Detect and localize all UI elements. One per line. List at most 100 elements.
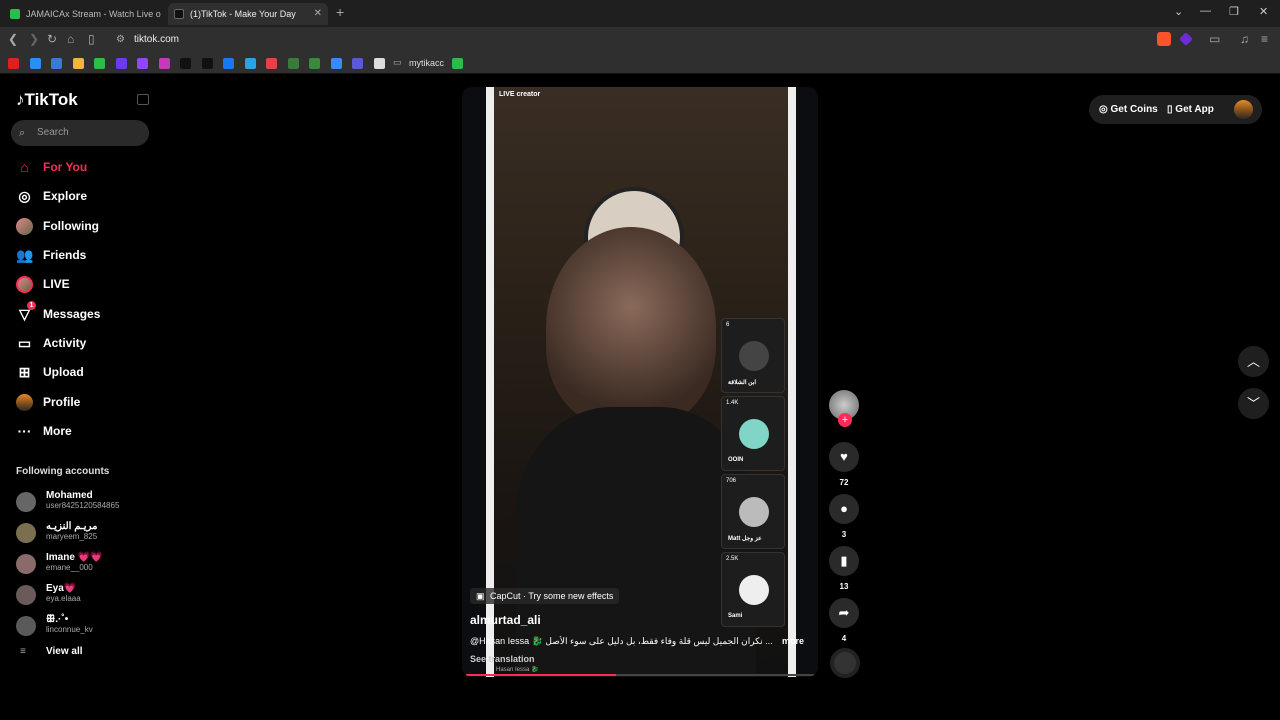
bookmark-favicon-icon[interactable] xyxy=(8,58,19,69)
bookmark-favicon-icon[interactable] xyxy=(452,58,463,69)
close-tab-icon[interactable]: ✕ xyxy=(314,3,322,25)
nav-upload[interactable]: ⊞ Upload xyxy=(16,361,146,383)
chevron-down-icon: ﹀ xyxy=(1246,396,1260,411)
nav-explore[interactable]: ◎ Explore xyxy=(16,185,146,207)
bookmark-favicon-icon[interactable] xyxy=(309,58,320,69)
bookmark-favicon-icon[interactable] xyxy=(94,58,105,69)
video-player[interactable]: LIVE creator 6 ابن الشلاقة 1.4K OOIN 706… xyxy=(462,87,818,677)
view-all-button[interactable]: ≡ View all xyxy=(16,646,83,657)
video-author[interactable]: almurtad_ali xyxy=(470,613,541,627)
bookmark-favicon-icon[interactable] xyxy=(266,58,277,69)
nav-activity[interactable]: ▭ Activity xyxy=(16,332,146,354)
share-button[interactable]: ➦ 4 xyxy=(828,598,860,643)
bookmark-folder-mytikacc[interactable]: ▭ mytikacc xyxy=(393,57,444,68)
tab-tiktok[interactable]: (1)TikTok - Make Your Day ✕ xyxy=(168,3,328,25)
live-icon xyxy=(16,276,33,293)
new-tab-icon[interactable]: + xyxy=(336,4,344,20)
music-label[interactable]: Hasan Iessa 🐉 xyxy=(496,666,539,673)
bookmark-favicon-icon[interactable] xyxy=(115,58,127,69)
brave-shields-icon[interactable] xyxy=(1157,32,1171,46)
tab-jamaicax[interactable]: JAMAICAx Stream - Watch Live o xyxy=(4,3,162,25)
collapse-sidebar-icon[interactable] xyxy=(137,94,149,105)
sidebar-toggle-icon[interactable]: ▭ xyxy=(1209,32,1220,46)
bookmark-favicon-icon[interactable] xyxy=(223,58,234,69)
following-account[interactable]: Mohamed user8425120584865 xyxy=(16,487,146,517)
friends-icon: 👥 xyxy=(16,247,34,263)
bookmark-favicon-icon[interactable] xyxy=(29,58,41,69)
following-account[interactable]: Imane 💗💗 emane__000 xyxy=(16,549,146,579)
bookmark-favicon-icon[interactable] xyxy=(158,58,170,69)
music-disc-icon[interactable] xyxy=(830,648,860,678)
maximize-icon[interactable]: ❐ xyxy=(1229,5,1239,18)
nav-messages[interactable]: ▽ 1 Messages xyxy=(16,301,146,325)
save-button[interactable]: ▮ 13 xyxy=(828,546,860,591)
live-guest[interactable]: 1.4K OOIN xyxy=(721,396,785,471)
bookmark-icon[interactable]: ▯ xyxy=(88,32,95,46)
guest-name: ابن الشلاقة xyxy=(728,380,757,386)
logo-text: TikTok xyxy=(24,90,78,109)
brave-rewards-icon[interactable] xyxy=(1179,32,1193,46)
media-icon[interactable]: ♫ xyxy=(1240,32,1249,46)
menu-icon[interactable]: ≡ xyxy=(1261,32,1268,46)
reload-icon[interactable]: ↻ xyxy=(47,32,57,46)
avatar xyxy=(16,492,36,512)
back-icon[interactable]: ❮ xyxy=(8,32,18,46)
live-guest[interactable]: 2.5K Sami xyxy=(721,552,785,627)
guest-avatar xyxy=(739,419,769,449)
forward-icon[interactable]: ❯ xyxy=(29,32,39,46)
get-coins-button[interactable]: ◎ Get Coins xyxy=(1099,95,1158,124)
previous-video-button[interactable]: ︿ xyxy=(1238,346,1269,377)
following-account[interactable]: مريـم النزيـه maryeem_825 xyxy=(16,518,146,548)
bookmark-favicon-icon[interactable] xyxy=(180,58,191,69)
bookmark-favicon-icon[interactable] xyxy=(51,58,62,69)
bookmark-favicon-icon[interactable] xyxy=(72,58,84,69)
minimize-icon[interactable]: — xyxy=(1200,5,1211,17)
see-translation-link[interactable]: See translation xyxy=(470,654,535,664)
account-username: maryeem_825 xyxy=(46,532,98,541)
get-app-label: Get App xyxy=(1175,104,1214,115)
bookmark-favicon-icon[interactable] xyxy=(287,58,299,69)
comment-button[interactable]: ● 3 xyxy=(828,494,860,539)
nav-friends[interactable]: 👥 Friends xyxy=(16,244,146,266)
more-link[interactable]: more xyxy=(782,636,804,646)
tiktok-favicon-icon xyxy=(174,9,184,19)
bookmark-favicon-icon[interactable] xyxy=(137,58,148,69)
url-field[interactable]: ⚙ tiktok.com xyxy=(112,31,1152,49)
bookmark-favicon-icon[interactable] xyxy=(244,58,256,69)
nav-following[interactable]: Following xyxy=(16,215,146,237)
bookmark-favicon-icon[interactable] xyxy=(330,58,342,69)
nav-label: Upload xyxy=(43,365,84,379)
following-accounts-header: Following accounts xyxy=(16,466,110,477)
tiktok-logo[interactable]: ♪TikTok xyxy=(16,90,78,110)
following-account[interactable]: Eya💗 eya.elaaa xyxy=(16,580,146,610)
nav-live[interactable]: LIVE xyxy=(16,273,146,295)
url-text: tiktok.com xyxy=(134,34,180,45)
account-name: Imane 💗💗 xyxy=(46,552,103,563)
profile-avatar[interactable] xyxy=(1234,100,1253,119)
like-button[interactable]: ♥ 72 xyxy=(828,442,860,487)
tab-search-chevron-icon[interactable]: ⌄ xyxy=(1174,5,1183,18)
nav-more[interactable]: ··· More xyxy=(16,420,146,442)
capcut-effects-link[interactable]: ▣ CapCut · Try some new effects xyxy=(470,588,620,604)
nav-profile[interactable]: Profile xyxy=(16,391,146,413)
bookmark-favicon-icon[interactable] xyxy=(352,58,363,69)
bookmark-favicon-icon[interactable] xyxy=(373,58,385,69)
account-name: مريـم النزيـه xyxy=(46,521,98,532)
live-guest[interactable]: 6 ابن الشلاقة xyxy=(721,318,785,393)
site-info-icon[interactable]: ⚙ xyxy=(116,31,125,49)
next-video-button[interactable]: ﹀ xyxy=(1238,388,1269,419)
following-account[interactable]: ꕥ.·˚• linconnue_kv xyxy=(16,611,146,641)
nav-for-you[interactable]: ⌂ For You xyxy=(16,156,146,178)
guest-avatar xyxy=(739,341,769,371)
account-username: eya.elaaa xyxy=(46,594,81,603)
follow-plus-icon[interactable]: + xyxy=(838,413,852,427)
bookmarks-bar: ▭ mytikacc xyxy=(0,53,1280,74)
live-guest[interactable]: 706 Matt عز وجل xyxy=(721,474,785,549)
close-window-icon[interactable]: ✕ xyxy=(1259,5,1268,18)
bookmark-favicon-icon[interactable] xyxy=(201,58,213,69)
search-input[interactable]: ⌕ Search xyxy=(11,120,149,146)
nav-label: Following xyxy=(43,219,99,233)
video-progress-bar[interactable] xyxy=(466,674,814,676)
home-browser-icon[interactable]: ⌂ xyxy=(67,32,74,46)
get-app-button[interactable]: ▯ Get App xyxy=(1167,95,1214,124)
